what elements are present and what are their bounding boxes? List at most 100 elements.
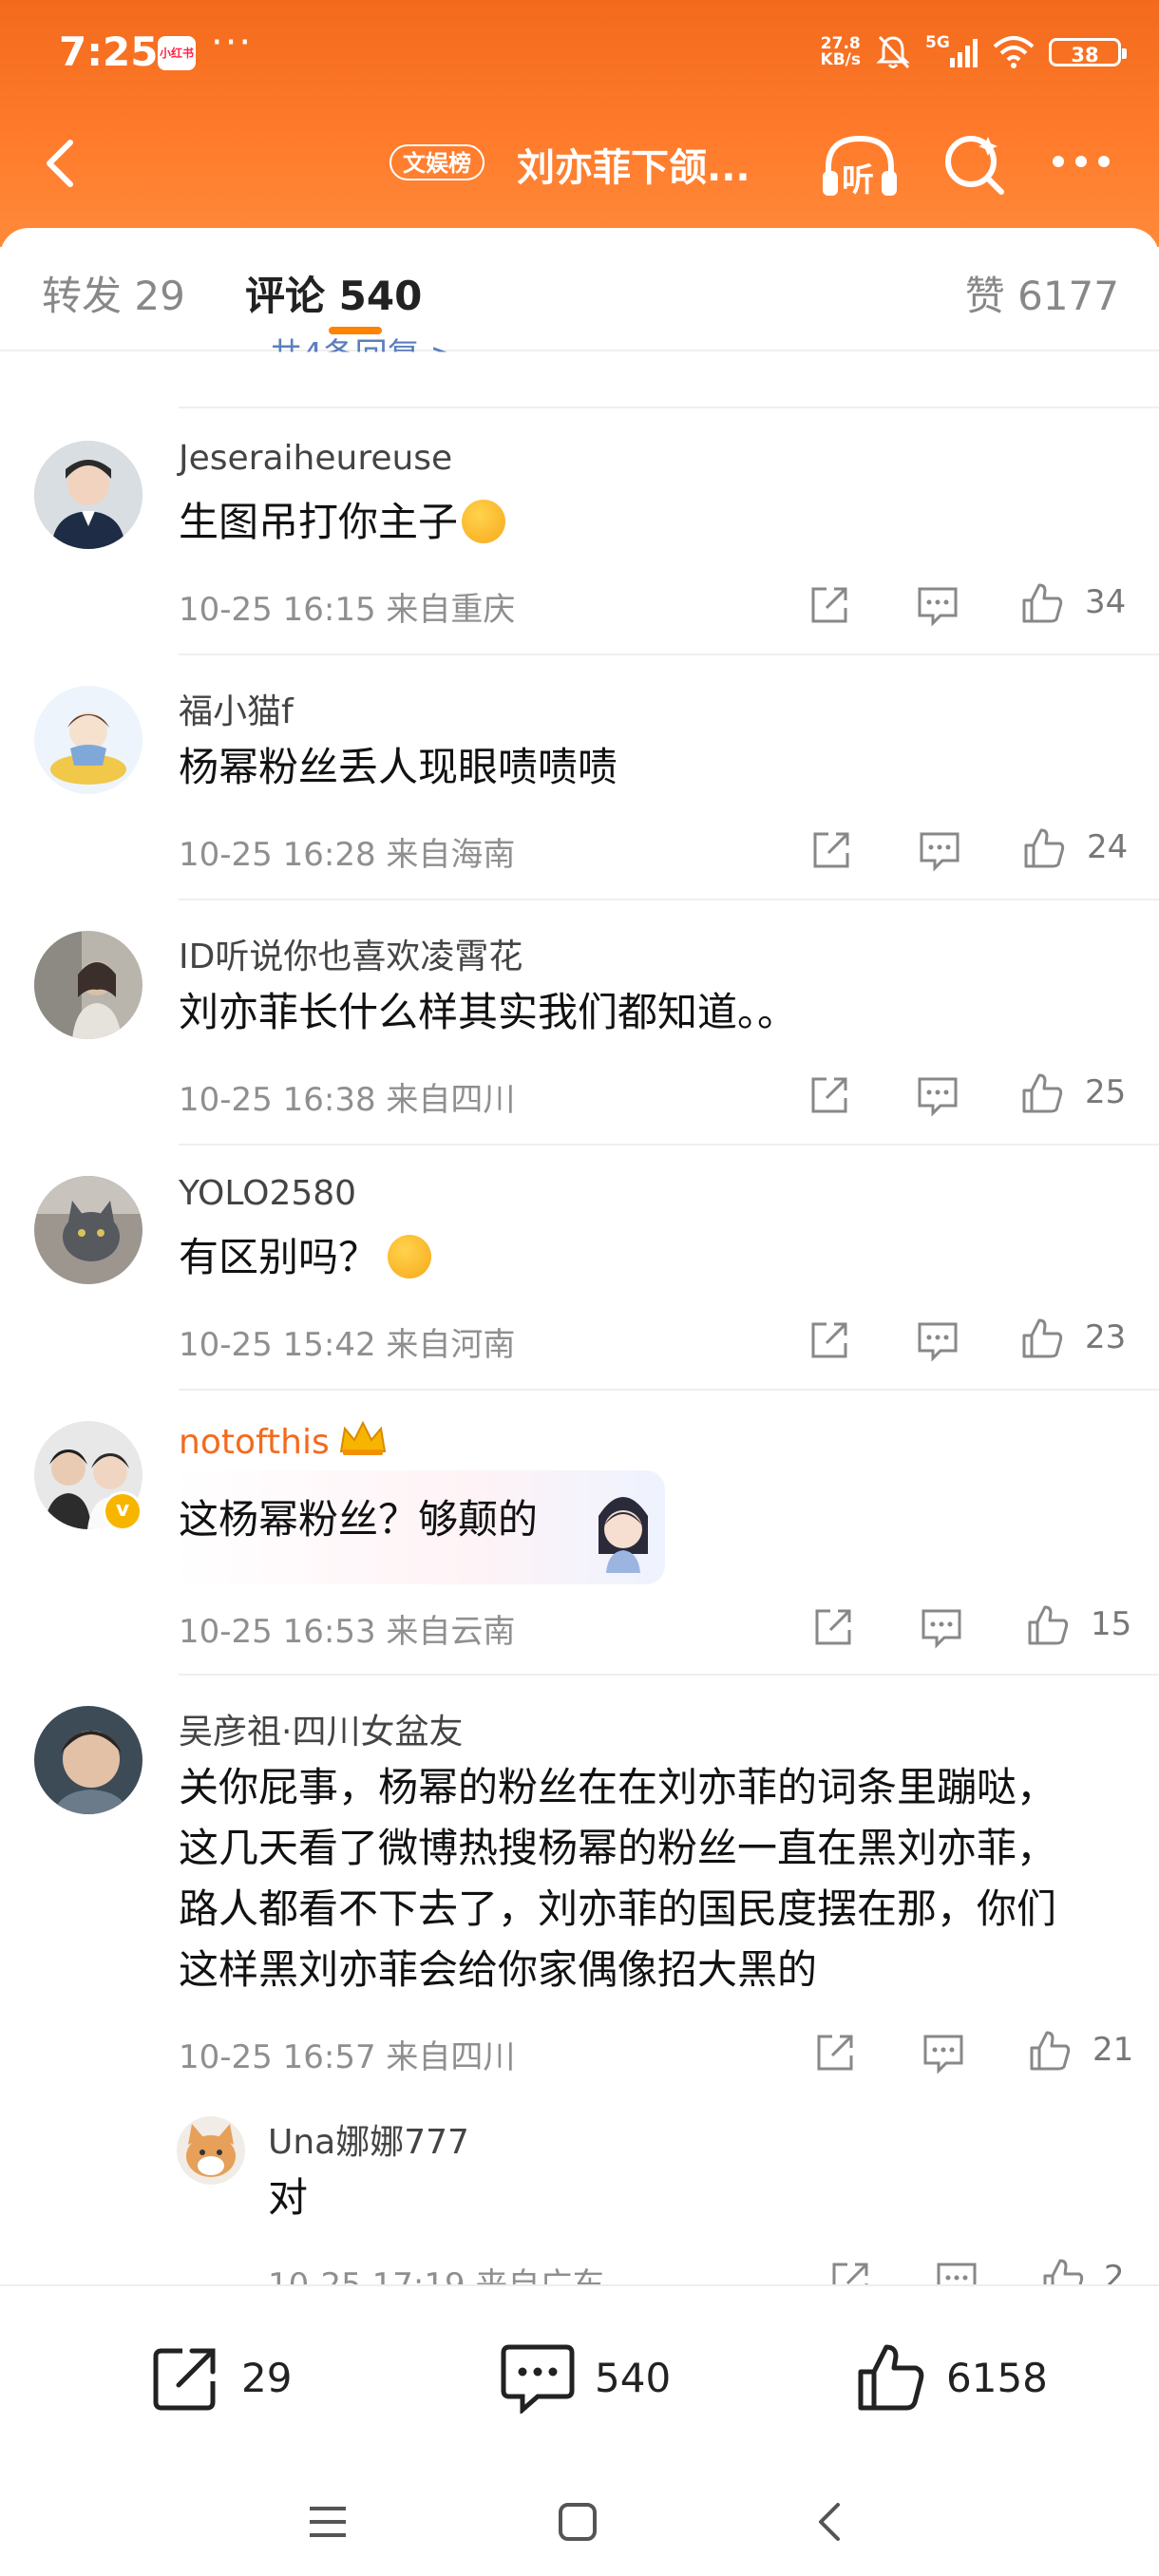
repost-button[interactable]: 29 bbox=[150, 2339, 292, 2415]
more-icon[interactable] bbox=[1047, 133, 1115, 190]
wifi-icon bbox=[993, 36, 1035, 68]
avatar[interactable] bbox=[34, 686, 142, 794]
share-icon[interactable] bbox=[808, 583, 851, 627]
comment-meta: 10-25 16:15 来自重庆 bbox=[179, 591, 516, 629]
home-icon[interactable] bbox=[557, 2501, 598, 2543]
repost-count: 29 bbox=[241, 2354, 293, 2401]
thumbs-up-icon bbox=[858, 2344, 924, 2411]
comment-meta: 10-25 16:28 来自海南 bbox=[179, 836, 516, 874]
comment-meta: 10-25 16:38 来自四川 bbox=[179, 1081, 516, 1119]
status-icons: 27.8 KB/s 5G 38 bbox=[820, 28, 1127, 76]
mute-bell-icon bbox=[876, 35, 910, 69]
comment-username[interactable]: YOLO2580 bbox=[179, 1174, 356, 1213]
tab-comments[interactable]: 评论 540 bbox=[245, 264, 422, 322]
listen-button[interactable]: 听 bbox=[819, 131, 901, 203]
reply-username[interactable]: Una娜娜777 bbox=[268, 2114, 469, 2164]
menu-icon[interactable] bbox=[306, 2503, 350, 2541]
like-icon[interactable] bbox=[1026, 1603, 1070, 1647]
comment-icon[interactable] bbox=[916, 583, 960, 627]
like-total: 6158 bbox=[946, 2354, 1048, 2401]
avatar[interactable] bbox=[34, 1176, 142, 1284]
tab-repost[interactable]: 转发 29 bbox=[42, 264, 185, 322]
repost-icon bbox=[153, 2348, 216, 2411]
like-count: 15 bbox=[1091, 1605, 1132, 1643]
comment-text: 这杨幂粉丝？够颠的 bbox=[179, 1496, 539, 1543]
like-icon[interactable] bbox=[1020, 1316, 1064, 1360]
more-notifications-icon: ··· bbox=[211, 21, 254, 65]
system-nav-bar bbox=[0, 2455, 1159, 2576]
search-icon[interactable] bbox=[940, 131, 1007, 198]
comment-icon[interactable] bbox=[918, 828, 961, 872]
reply-text: 对 bbox=[268, 2174, 309, 2221]
share-icon[interactable] bbox=[808, 1318, 851, 1362]
signal-icon: 5G bbox=[925, 33, 978, 71]
comment-username[interactable]: notofthis bbox=[179, 1419, 389, 1462]
comment-icon[interactable] bbox=[916, 1073, 960, 1117]
like-count: 23 bbox=[1085, 1318, 1127, 1356]
comment-meta: 10-25 15:42 来自河南 bbox=[179, 1326, 516, 1364]
topic-tag[interactable]: 文娱榜 bbox=[390, 144, 484, 180]
share-icon[interactable] bbox=[811, 1605, 855, 1649]
comment-username[interactable]: 吴彦祖·四川女盆友 bbox=[179, 1704, 463, 1753]
avatar[interactable] bbox=[34, 1706, 142, 1814]
shock-emoji-icon bbox=[462, 500, 506, 543]
header: 7:25 小红书 ··· 27.8 KB/s 5G 38 文娱榜 刘亦菲下颌..… bbox=[0, 0, 1159, 247]
share-icon[interactable] bbox=[809, 828, 853, 872]
comment-icon[interactable] bbox=[920, 1605, 963, 1649]
verified-badge-icon: v bbox=[103, 1491, 142, 1531]
like-button[interactable]: 6158 bbox=[855, 2339, 1048, 2415]
like-icon[interactable] bbox=[1022, 826, 1066, 870]
back-icon[interactable] bbox=[815, 2501, 844, 2543]
like-icon[interactable] bbox=[1020, 581, 1064, 625]
comment-text-line: 这样黑刘亦菲会给你家偶像招大黑的 bbox=[179, 1946, 818, 1993]
divider bbox=[179, 1144, 1159, 1146]
like-icon[interactable] bbox=[1028, 2029, 1072, 2073]
share-icon[interactable] bbox=[808, 1073, 851, 1117]
comment-text-line: 路人都看不下去了，刘亦菲的国民度摆在那，你们 bbox=[179, 1885, 1057, 1932]
comment-icon[interactable] bbox=[916, 1318, 960, 1362]
like-count: 34 bbox=[1085, 583, 1127, 621]
comment-text: 杨幂粉丝丢人现眼啧啧啧 bbox=[179, 744, 618, 790]
avatar[interactable] bbox=[34, 441, 142, 549]
comment-meta: 10-25 16:53 来自云南 bbox=[179, 1613, 516, 1651]
app-notification-icon: 小红书 bbox=[158, 36, 196, 70]
page-title: 刘亦菲下颌... bbox=[517, 146, 750, 190]
divider bbox=[179, 653, 1159, 655]
like-icon[interactable] bbox=[1020, 1071, 1064, 1115]
like-count: 24 bbox=[1087, 828, 1129, 866]
comment-meta: 10-25 16:57 来自四川 bbox=[179, 2038, 516, 2076]
comment-text: 有区别吗？ bbox=[179, 1227, 432, 1288]
comment-text: 生图吊打你主子 bbox=[179, 492, 506, 553]
bottom-action-bar: 29 540 6158 bbox=[0, 2284, 1159, 2457]
comment-icon[interactable] bbox=[922, 2031, 965, 2074]
like-count: 21 bbox=[1092, 2031, 1134, 2069]
tabs-divider bbox=[0, 350, 1159, 351]
comment-text: 刘亦菲长什么样其实我们都知道。。 bbox=[179, 989, 798, 1035]
nav-bar: 文娱榜 刘亦菲下颌... 听 bbox=[0, 114, 1159, 209]
comment-username[interactable]: 福小猫f bbox=[179, 684, 294, 733]
comment-username[interactable]: Jeseraiheureuse bbox=[179, 439, 452, 478]
tab-bar: 转发 29 评论 540 赞 6177 bbox=[0, 228, 1159, 351]
status-bar: 7:25 小红书 ··· 27.8 KB/s 5G 38 bbox=[0, 0, 1159, 104]
back-arrow-icon[interactable] bbox=[34, 135, 91, 192]
reply-avatar[interactable] bbox=[177, 2116, 245, 2185]
divider bbox=[179, 1674, 1159, 1676]
battery-icon: 38 bbox=[1049, 38, 1127, 66]
divider bbox=[179, 407, 1159, 408]
comment-username[interactable]: ID听说你也喜欢凌霄花 bbox=[179, 929, 522, 978]
like-count: 25 bbox=[1085, 1073, 1127, 1111]
comment-button[interactable]: 540 bbox=[500, 2339, 671, 2415]
net-speed: 27.8 KB/s bbox=[820, 34, 861, 69]
status-time: 7:25 bbox=[59, 28, 159, 75]
divider bbox=[179, 899, 1159, 900]
tab-likes[interactable]: 赞 6177 bbox=[965, 264, 1119, 322]
divider bbox=[179, 1389, 1159, 1391]
share-icon[interactable] bbox=[813, 2031, 857, 2074]
avatar[interactable] bbox=[34, 931, 142, 1039]
comment-bubble-icon bbox=[501, 2344, 575, 2414]
vip-crown-icon bbox=[339, 1420, 386, 1455]
content-sheet bbox=[0, 228, 1159, 2527]
comment-text-line: 这几天看了微博热搜杨幂的粉丝一直在黑刘亦菲， bbox=[179, 1825, 1057, 1871]
sweat-emoji-icon bbox=[388, 1235, 432, 1279]
bubble-character-icon bbox=[598, 1497, 648, 1573]
